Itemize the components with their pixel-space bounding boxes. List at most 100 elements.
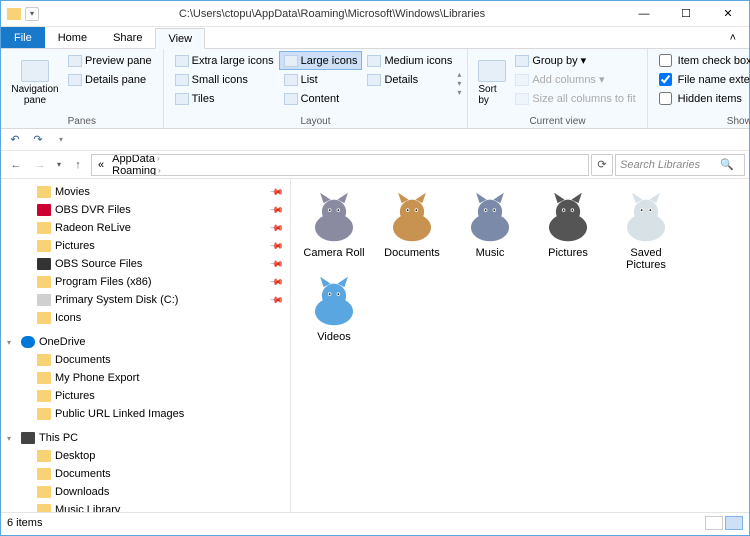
tree-item[interactable]: Icons: [1, 309, 290, 327]
up-button[interactable]: ↑: [67, 154, 89, 176]
qat-dropdown[interactable]: ▾: [25, 7, 39, 21]
layout-large-icons[interactable]: Large icons: [279, 51, 363, 70]
layout-scroll-up[interactable]: ▴: [457, 70, 461, 79]
ribbon: Navigation pane Preview pane Details pan…: [1, 49, 749, 129]
hidden-items-toggle[interactable]: Hidden items: [654, 89, 750, 108]
tree-item[interactable]: Documents: [1, 465, 290, 483]
view-icons-button[interactable]: [725, 516, 743, 530]
minimize-button[interactable]: —: [623, 1, 665, 27]
search-input[interactable]: [620, 159, 720, 171]
tab-view[interactable]: View: [155, 28, 205, 49]
layout-small-icons[interactable]: Small icons: [170, 70, 279, 89]
library-label: Documents: [384, 247, 440, 259]
library-item[interactable]: Saved Pictures: [611, 191, 681, 271]
tab-share[interactable]: Share: [100, 27, 155, 48]
sort-icon: [478, 60, 506, 82]
expand-icon[interactable]: ▾: [7, 434, 17, 443]
details-icon: [68, 74, 82, 86]
small-icon: [175, 74, 189, 86]
item-checkboxes-toggle[interactable]: Item check boxes: [654, 51, 750, 70]
tree-item[interactable]: Documents: [1, 351, 290, 369]
breadcrumb-segment[interactable]: Roaming›: [108, 165, 244, 176]
layout-list[interactable]: List: [279, 70, 363, 89]
forward-button[interactable]: →: [29, 154, 51, 176]
expand-icon[interactable]: ▾: [7, 338, 17, 347]
item-label: OBS DVR Files: [55, 204, 131, 216]
chevron-right-icon: ›: [157, 154, 160, 163]
undo-icon[interactable]: ↶: [5, 131, 25, 149]
tree-item[interactable]: Pictures: [1, 387, 290, 405]
breadcrumb-segment[interactable]: AppData›: [108, 154, 244, 165]
item-label: OneDrive: [39, 336, 85, 348]
search-icon: 🔍: [720, 158, 734, 171]
refresh-button[interactable]: ⟳: [591, 154, 613, 176]
tree-item[interactable]: Program Files (x86)📌: [1, 273, 290, 291]
tree-item[interactable]: Pictures📌: [1, 237, 290, 255]
chevron-right-icon: ›: [158, 166, 161, 175]
item-icon: [37, 240, 51, 252]
pin-icon: 📌: [269, 184, 285, 200]
library-icon: [383, 191, 441, 243]
tree-item[interactable]: ▾ OneDrive: [1, 333, 290, 351]
item-icon: [37, 186, 51, 198]
layout-xl-icons[interactable]: Extra large icons: [170, 51, 279, 70]
tree-item[interactable]: OBS DVR Files📌: [1, 201, 290, 219]
back-button[interactable]: ←: [5, 154, 27, 176]
tree-item[interactable]: Public URL Linked Images: [1, 405, 290, 423]
tree-item[interactable]: My Phone Export: [1, 369, 290, 387]
ext-checkbox[interactable]: [659, 73, 672, 86]
library-item[interactable]: Pictures: [533, 191, 603, 271]
search-box[interactable]: 🔍: [615, 154, 745, 176]
group-icon: [515, 55, 529, 67]
layout-medium-icons[interactable]: Medium icons: [362, 51, 457, 70]
redo-icon[interactable]: ↷: [28, 131, 48, 149]
tree-item[interactable]: Primary System Disk (C:)📌: [1, 291, 290, 309]
group-panes-label: Panes: [7, 115, 157, 128]
library-item[interactable]: Music: [455, 191, 525, 271]
navigation-pane-button[interactable]: Navigation pane: [7, 51, 63, 115]
layout-tiles[interactable]: Tiles: [170, 89, 279, 108]
tree-item[interactable]: Music Library: [1, 501, 290, 512]
item-label: Documents: [55, 468, 111, 480]
item-icon: [37, 276, 51, 288]
content-pane[interactable]: Camera Roll Documents Music PicturesSaved P…: [291, 179, 749, 512]
recent-locations[interactable]: ▾: [53, 154, 65, 176]
crumb-overflow[interactable]: «: [94, 159, 108, 171]
group-by-button[interactable]: Group by ▾: [510, 51, 640, 70]
tree-item[interactable]: Movies📌: [1, 183, 290, 201]
size-columns-button[interactable]: Size all columns to fit: [510, 89, 640, 108]
details-pane-button[interactable]: Details pane: [63, 70, 157, 89]
tab-home[interactable]: Home: [45, 27, 100, 48]
tab-file[interactable]: File: [1, 27, 45, 48]
tree-item[interactable]: OBS Source Files📌: [1, 255, 290, 273]
navigation-tree[interactable]: Movies📌OBS DVR Files📌Radeon ReLive📌Pictu…: [1, 179, 291, 512]
close-button[interactable]: ✕: [707, 1, 749, 27]
nav-pane-icon: [21, 60, 49, 82]
ribbon-collapse[interactable]: ˄: [717, 27, 749, 48]
filename-ext-toggle[interactable]: File name extensions: [654, 70, 750, 89]
layout-details[interactable]: Details: [362, 70, 457, 89]
library-item[interactable]: Documents: [377, 191, 447, 271]
maximize-button[interactable]: ☐: [665, 1, 707, 27]
breadcrumb[interactable]: « Primary System Disk (C:)›Users›ctopu›A…: [91, 154, 589, 176]
layout-content[interactable]: Content: [279, 89, 363, 108]
item-cb-checkbox[interactable]: [659, 54, 672, 67]
library-item[interactable]: Videos: [299, 275, 369, 343]
tree-item[interactable]: Desktop: [1, 447, 290, 465]
sort-by-button[interactable]: Sort by: [474, 51, 510, 115]
tree-item[interactable]: Downloads: [1, 483, 290, 501]
library-label: Music: [476, 247, 505, 259]
layout-more[interactable]: ▾: [457, 88, 461, 97]
add-columns-button[interactable]: Add columns ▾: [510, 70, 640, 89]
item-icon: [37, 504, 51, 512]
qat-more[interactable]: ▾: [51, 131, 71, 149]
view-details-button[interactable]: [705, 516, 723, 530]
large-icon: [284, 55, 298, 67]
layout-scroll-down[interactable]: ▾: [457, 79, 461, 88]
hidden-checkbox[interactable]: [659, 92, 672, 105]
status-bar: 6 items: [1, 512, 749, 532]
library-item[interactable]: Camera Roll: [299, 191, 369, 271]
preview-pane-button[interactable]: Preview pane: [63, 51, 157, 70]
tree-item[interactable]: ▾This PC: [1, 429, 290, 447]
tree-item[interactable]: Radeon ReLive📌: [1, 219, 290, 237]
